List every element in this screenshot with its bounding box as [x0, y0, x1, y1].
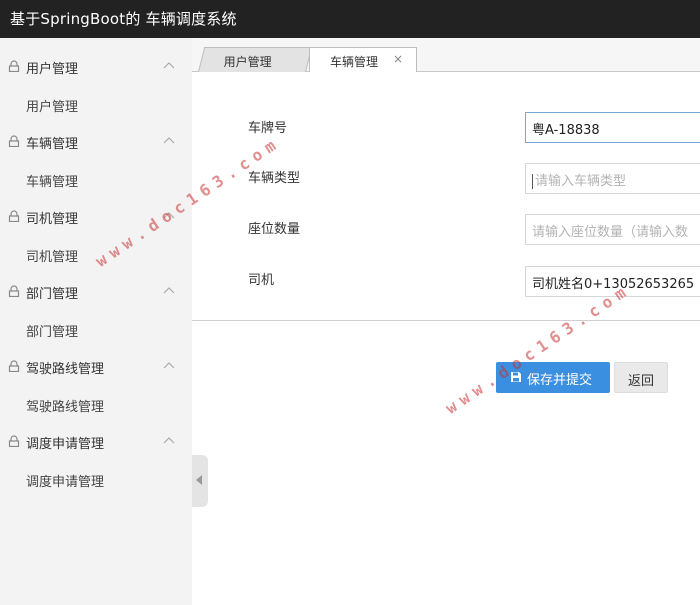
back-button[interactable]: 返回: [614, 362, 668, 393]
tab-vehicles[interactable]: 车辆管理 ×: [309, 47, 417, 72]
sidebar-group-label: 调度申请管理: [26, 437, 105, 452]
app-title: 基于SpringBoot的 车辆调度系统: [10, 10, 237, 28]
form-divider: [192, 320, 700, 321]
chevron-up-icon: [163, 362, 175, 369]
chevron-up-icon: [163, 62, 175, 69]
sidebar-item-departments[interactable]: 部门管理: [26, 321, 78, 340]
sidebar-group-label: 驾驶路线管理: [26, 362, 105, 377]
tab-bar: 用户管理 车辆管理 ×: [192, 38, 700, 72]
lock-icon: [8, 60, 20, 72]
chevron-up-icon: [163, 287, 175, 294]
lock-icon: [8, 210, 20, 222]
sidebar-group-dispatch-requests[interactable]: 调度申请管理: [0, 427, 192, 457]
vehicle-type-placeholder: 请输入车辆类型: [535, 174, 627, 189]
sidebar-item-dispatch-requests[interactable]: 调度申请管理: [26, 471, 104, 490]
lock-icon: [8, 135, 20, 147]
vehicle-type-label: 车辆类型: [248, 171, 301, 186]
close-icon[interactable]: ×: [393, 52, 403, 66]
sidebar-group-label: 用户管理: [26, 62, 79, 77]
sidebar-group-routes[interactable]: 驾驶路线管理: [0, 352, 192, 382]
lock-icon: [8, 435, 20, 447]
seat-count-label: 座位数量: [248, 222, 301, 237]
sidebar-item-vehicles[interactable]: 车辆管理: [26, 171, 78, 190]
plate-number-value: 粤A-18838: [532, 123, 600, 138]
sidebar-collapse-handle[interactable]: [192, 455, 208, 507]
top-bar: 基于SpringBoot的 车辆调度系统: [0, 0, 700, 38]
tab-users[interactable]: 用户管理: [198, 47, 313, 72]
plate-number-label: 车牌号: [248, 121, 288, 136]
lock-icon: [8, 285, 20, 297]
plate-number-input[interactable]: 粤A-18838: [525, 112, 700, 143]
watermark-text: www.doc163.com: [442, 279, 635, 418]
vehicle-type-input[interactable]: 请输入车辆类型: [525, 163, 700, 194]
sidebar-group-label: 车辆管理: [26, 137, 79, 152]
save-submit-label: 保存并提交: [527, 373, 593, 388]
sidebar-group-vehicles[interactable]: 车辆管理: [0, 127, 192, 157]
seat-count-placeholder: 请输入座位数量（请输入数: [532, 225, 689, 240]
sidebar-item-drivers[interactable]: 司机管理: [26, 246, 78, 265]
seat-count-input[interactable]: 请输入座位数量（请输入数: [525, 214, 700, 245]
sidebar-group-label: 部门管理: [26, 287, 79, 302]
lock-icon: [8, 360, 20, 372]
driver-label: 司机: [248, 273, 275, 288]
tab-label: 车辆管理: [330, 55, 379, 69]
sidebar-item-users[interactable]: 用户管理: [26, 96, 78, 115]
sidebar-group-users[interactable]: 用户管理: [0, 52, 192, 82]
chevron-left-icon: [196, 475, 202, 485]
sidebar-group-label: 司机管理: [26, 212, 79, 227]
chevron-up-icon: [163, 437, 175, 444]
tab-label: 用户管理: [223, 55, 272, 69]
back-label: 返回: [628, 374, 655, 389]
sidebar: 用户管理 用户管理 车辆管理 车辆管理 司机管理 司机管理 部门管理 部门管理 …: [0, 38, 192, 605]
chevron-up-icon: [163, 137, 175, 144]
sidebar-item-routes[interactable]: 驾驶路线管理: [26, 396, 104, 415]
text-caret: [532, 174, 533, 189]
sidebar-group-departments[interactable]: 部门管理: [0, 277, 192, 307]
